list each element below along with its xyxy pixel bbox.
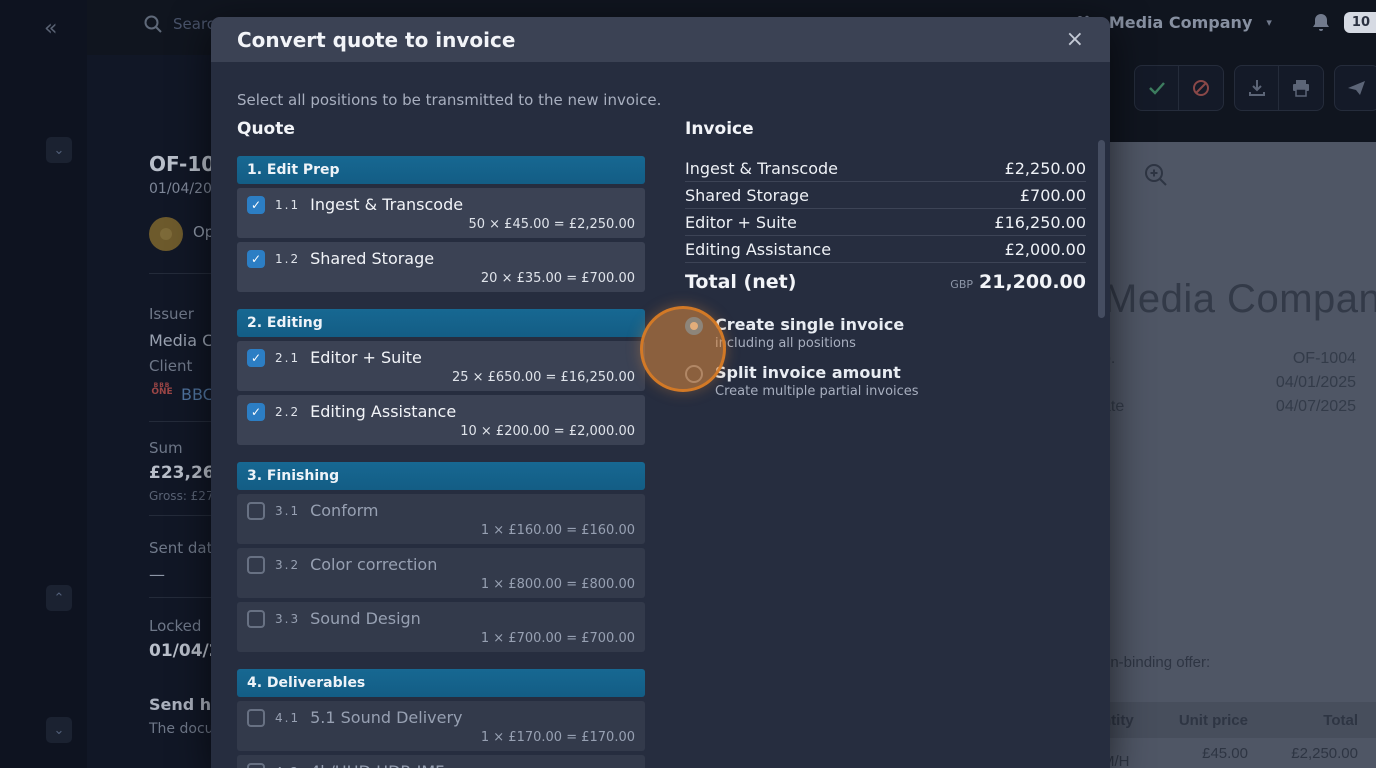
sent-date-value: —	[149, 565, 165, 584]
checkbox-unchecked[interactable]	[247, 556, 265, 574]
invoice-column: Invoice Ingest & Transcode£2,250.00 Shar…	[685, 119, 1086, 399]
option-single-invoice[interactable]: Create single invoice including all posi…	[685, 315, 1086, 351]
quote-section: 3. Finishing 3.1 Conform 1 × £160.00 = £…	[237, 462, 645, 652]
invoice-options: Create single invoice including all posi…	[685, 315, 1086, 399]
item-formula: 1 × £700.00 = £700.00	[247, 631, 635, 646]
checkbox-checked[interactable]: ✓	[247, 403, 265, 421]
print-button[interactable]	[1279, 66, 1323, 110]
quote-item[interactable]: 3.3 Sound Design 1 × £700.00 = £700.00	[237, 602, 645, 652]
invoice-row: Ingest & Transcode£2,250.00	[685, 155, 1086, 182]
send-history-sub: The docu	[149, 721, 214, 737]
approve-button[interactable]	[1135, 66, 1179, 110]
rail-chevron-down-icon[interactable]: ⌄	[46, 137, 72, 163]
quote-item[interactable]: 4.2 4k/UHD HDR IMF	[237, 755, 645, 768]
locked-label: Locked	[149, 617, 201, 635]
quote-section: 1. Edit Prep ✓ 1.1 Ingest & Transcode 50…	[237, 156, 645, 292]
download-button[interactable]	[1235, 66, 1279, 110]
quote-item[interactable]: 3.2 Color correction 1 × £800.00 = £800.…	[237, 548, 645, 598]
modal-subtitle: Select all positions to be transmitted t…	[237, 91, 661, 109]
invoice-row: Editing Assistance£2,000.00	[685, 236, 1086, 263]
quote-section: 2. Editing ✓ 2.1 Editor + Suite 25 × £65…	[237, 309, 645, 445]
status-avatar	[149, 217, 183, 251]
doc-date1: 04/01/2025	[1276, 374, 1356, 392]
invoice-row: Shared Storage£700.00	[685, 182, 1086, 209]
zoom-in-icon[interactable]	[1143, 162, 1169, 188]
sidebar-collapse-icon[interactable]: «	[44, 16, 57, 41]
document-company-name: Media Company	[1104, 277, 1376, 322]
invoice-total-row: Total (net) GBP 21,200.00	[685, 263, 1086, 293]
item-formula: 10 × £200.00 = £2,000.00	[247, 424, 635, 439]
total-value: 21,200.00	[979, 271, 1086, 293]
quote-column: Quote 1. Edit Prep ✓ 1.1 Ingest & Transc…	[237, 119, 645, 768]
modal-scrollbar[interactable]	[1098, 140, 1105, 318]
company-dropdown-icon[interactable]: ▾	[1266, 16, 1272, 29]
checkbox-unchecked[interactable]	[247, 502, 265, 520]
client-label: Client	[149, 357, 192, 375]
sum-label: Sum	[149, 439, 183, 457]
checkbox-unchecked[interactable]	[247, 709, 265, 727]
item-formula: 25 × £650.00 = £16,250.00	[247, 370, 635, 385]
item-formula: 50 × £45.00 = £2,250.00	[247, 217, 635, 232]
quote-item[interactable]: ✓ 2.1 Editor + Suite 25 × £650.00 = £16,…	[237, 341, 645, 391]
item-formula: 1 × £160.00 = £160.00	[247, 523, 635, 538]
click-highlight	[640, 306, 726, 392]
modal-title: Convert quote to invoice	[237, 28, 515, 52]
section-header: 4. Deliverables	[237, 669, 645, 697]
notification-badge[interactable]: 10	[1344, 12, 1376, 33]
rail-chevron-down2-icon[interactable]: ⌄	[46, 717, 72, 743]
invoice-row: Editor + Suite£16,250.00	[685, 209, 1086, 236]
item-formula: 1 × £170.00 = £170.00	[247, 730, 635, 745]
checkbox-checked[interactable]: ✓	[247, 196, 265, 214]
item-formula: 20 × £35.00 = £700.00	[247, 271, 635, 286]
quote-section: 4. Deliverables 4.1 5.1 Sound Delivery 1…	[237, 669, 645, 768]
reject-button[interactable]	[1179, 66, 1223, 110]
section-header: 3. Finishing	[237, 462, 645, 490]
left-rail	[0, 0, 87, 768]
company-name[interactable]: Media Company	[1109, 13, 1253, 32]
quote-item[interactable]: 4.1 5.1 Sound Delivery 1 × £170.00 = £17…	[237, 701, 645, 751]
option-split-invoice[interactable]: Split invoice amount Create multiple par…	[685, 363, 1086, 399]
checkbox-unchecked[interactable]	[247, 610, 265, 628]
checkbox-unchecked[interactable]	[247, 763, 265, 768]
client-value[interactable]: BBC	[181, 385, 214, 404]
checkbox-checked[interactable]: ✓	[247, 349, 265, 367]
client-logo: BBB ONE	[149, 383, 175, 403]
quote-heading: Quote	[237, 119, 645, 139]
currency-code: GBP	[950, 278, 973, 291]
doc-table-row: 0 M/H £45.00 £2,250.00	[1098, 738, 1376, 768]
section-header: 1. Edit Prep	[237, 156, 645, 184]
quote-item[interactable]: ✓ 2.2 Editing Assistance 10 × £200.00 = …	[237, 395, 645, 445]
convert-quote-modal: Convert quote to invoice × Select all po…	[211, 17, 1110, 768]
quote-item[interactable]: ✓ 1.1 Ingest & Transcode 50 × £45.00 = £…	[237, 188, 645, 238]
doc-table-header: ntity Unit price Total	[1098, 702, 1376, 738]
rail-chevron-up-icon[interactable]: ⌃	[46, 585, 72, 611]
document-preview: s Media Company o. OF-1004 04/01/2025 at…	[1098, 142, 1376, 768]
document-toolbar	[1134, 65, 1376, 111]
issuer-label: Issuer	[149, 305, 194, 323]
checkbox-checked[interactable]: ✓	[247, 250, 265, 268]
quote-item[interactable]: ✓ 1.2 Shared Storage 20 × £35.00 = £700.…	[237, 242, 645, 292]
section-header: 2. Editing	[237, 309, 645, 337]
close-icon[interactable]: ×	[1066, 29, 1084, 51]
issuer-value: Media C	[149, 331, 213, 350]
doc-date2: 04/07/2025	[1276, 398, 1356, 416]
locked-value: 01/04/2	[149, 641, 221, 661]
total-label: Total (net)	[685, 271, 796, 293]
item-formula: 1 × £800.00 = £800.00	[247, 577, 635, 592]
bell-icon[interactable]	[1312, 13, 1330, 33]
sidebar-doc-date: 01/04/20	[149, 181, 212, 197]
offer-intro-text: on-binding offer:	[1102, 654, 1210, 671]
quote-item[interactable]: 3.1 Conform 1 × £160.00 = £160.00	[237, 494, 645, 544]
search-icon	[143, 14, 163, 34]
gross-value: Gross: £27,	[149, 489, 217, 503]
send-button[interactable]	[1335, 66, 1376, 110]
modal-header: Convert quote to invoice ×	[211, 17, 1110, 62]
invoice-heading: Invoice	[685, 119, 1086, 139]
doc-number: OF-1004	[1293, 350, 1356, 368]
